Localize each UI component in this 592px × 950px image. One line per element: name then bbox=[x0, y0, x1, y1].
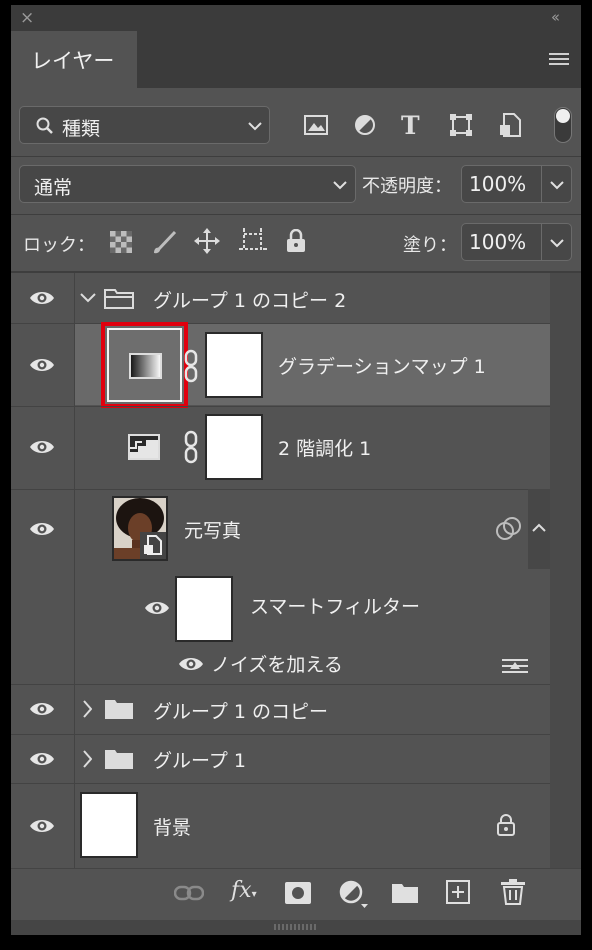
tab-layers[interactable]: レイヤー bbox=[11, 31, 137, 88]
chain-link-icon[interactable] bbox=[184, 430, 198, 464]
chevron-down-icon[interactable] bbox=[550, 238, 564, 248]
smart-filter-mask-thumbnail[interactable] bbox=[175, 576, 233, 642]
chevron-right-icon[interactable] bbox=[82, 750, 92, 768]
threshold-icon[interactable] bbox=[128, 434, 160, 460]
collapse-icon[interactable]: ‹‹ bbox=[551, 9, 560, 25]
panel-title-bar bbox=[11, 5, 581, 31]
layer-row-smart-object[interactable] bbox=[11, 489, 550, 569]
eye-icon[interactable] bbox=[144, 599, 170, 617]
eye-icon[interactable] bbox=[29, 750, 55, 768]
add-mask-icon[interactable] bbox=[285, 882, 311, 904]
tab-layers-label: レイヤー bbox=[31, 49, 115, 73]
shape-filter-icon[interactable] bbox=[449, 113, 473, 137]
smart-filter-label[interactable]: スマートフィルター bbox=[250, 592, 420, 619]
smart-object-badge bbox=[140, 532, 166, 559]
fill-label: 塗り： bbox=[403, 235, 457, 256]
link-layers-icon[interactable] bbox=[174, 884, 204, 902]
text-filter-icon[interactable]: T bbox=[401, 111, 420, 140]
layer-name[interactable]: グループ 1 のコピー bbox=[153, 697, 328, 724]
chain-link-icon[interactable] bbox=[184, 349, 198, 383]
adjustment-thumbnail[interactable] bbox=[107, 328, 182, 402]
eye-icon[interactable] bbox=[29, 438, 55, 456]
chevron-down-icon bbox=[248, 122, 262, 131]
folder-icon bbox=[104, 698, 134, 720]
opacity-value: 100% bbox=[469, 172, 527, 196]
eye-icon[interactable] bbox=[29, 700, 55, 718]
filter-toggle-knob bbox=[556, 109, 570, 123]
divider bbox=[541, 224, 542, 260]
chevron-down-icon[interactable] bbox=[550, 180, 564, 190]
lock-all-icon[interactable] bbox=[286, 229, 306, 253]
smart-object-filter-icon[interactable] bbox=[499, 113, 521, 137]
lock-position-icon[interactable] bbox=[194, 228, 220, 254]
new-group-icon[interactable] bbox=[391, 882, 419, 904]
lock-transparent-pixels-icon[interactable] bbox=[110, 231, 132, 253]
folder-open-icon bbox=[104, 287, 134, 309]
chevron-down-icon bbox=[333, 181, 347, 190]
layer-name[interactable]: グループ 1 bbox=[153, 746, 246, 773]
filter-kind-label: 種類 bbox=[62, 118, 101, 140]
eye-icon[interactable] bbox=[29, 520, 55, 538]
lock-label: ロック： bbox=[23, 235, 95, 256]
image-filter-icon[interactable] bbox=[304, 114, 328, 136]
layer-mask-thumbnail[interactable] bbox=[205, 332, 263, 398]
collapse-effects-toggle[interactable] bbox=[528, 489, 550, 569]
divider bbox=[541, 166, 542, 202]
layer-name[interactable]: 元写真 bbox=[184, 516, 241, 543]
divider bbox=[11, 156, 581, 157]
blend-mode-dropdown[interactable]: 通常 bbox=[19, 165, 356, 203]
fx-icon[interactable]: fx▾ bbox=[231, 878, 257, 903]
eye-icon[interactable] bbox=[29, 356, 55, 374]
divider bbox=[11, 214, 581, 215]
close-icon[interactable]: × bbox=[20, 9, 34, 27]
layer-name[interactable]: 背景 bbox=[153, 813, 191, 840]
filter-toggle-switch[interactable] bbox=[554, 107, 572, 143]
filter-blending-options-icon[interactable] bbox=[502, 656, 528, 676]
chevron-down-icon[interactable] bbox=[80, 292, 96, 304]
photo-thumbnail[interactable] bbox=[112, 496, 168, 561]
layer-lock-icon bbox=[496, 814, 516, 836]
smart-filter-icon[interactable] bbox=[496, 517, 522, 541]
chevron-up-icon bbox=[532, 523, 546, 532]
fill-field[interactable]: 100% bbox=[461, 223, 572, 261]
lock-artboard-icon[interactable] bbox=[239, 228, 267, 254]
folder-icon bbox=[104, 748, 134, 770]
search-icon bbox=[36, 117, 53, 134]
new-layer-icon[interactable] bbox=[446, 880, 470, 904]
eye-icon[interactable] bbox=[29, 289, 55, 307]
lock-image-pixels-icon[interactable] bbox=[152, 229, 178, 255]
eye-icon[interactable] bbox=[29, 817, 55, 835]
opacity-label: 不透明度： bbox=[362, 176, 452, 197]
layer-name[interactable]: グラデーションマップ 1 bbox=[278, 352, 486, 379]
chevron-right-icon[interactable] bbox=[82, 700, 92, 718]
fill-value: 100% bbox=[469, 230, 527, 254]
resize-grip-icon[interactable] bbox=[274, 924, 318, 930]
new-adjustment-layer-icon[interactable] bbox=[339, 880, 369, 908]
filter-kind-dropdown[interactable]: 種類 bbox=[19, 106, 270, 144]
layer-name[interactable]: グループ 1 のコピー 2 bbox=[153, 286, 346, 313]
panel-menu-icon[interactable] bbox=[549, 51, 569, 67]
blend-mode-value: 通常 bbox=[34, 177, 73, 199]
layer-name[interactable]: 2 階調化 1 bbox=[278, 434, 371, 461]
adjustment-filter-icon[interactable] bbox=[354, 114, 376, 136]
background-thumbnail[interactable] bbox=[80, 792, 138, 858]
filter-name[interactable]: ノイズを加える bbox=[211, 650, 343, 677]
eye-icon[interactable] bbox=[178, 655, 204, 673]
scrollbar-track[interactable] bbox=[550, 273, 581, 868]
gradient-map-icon bbox=[129, 353, 162, 379]
layer-mask-thumbnail[interactable] bbox=[205, 414, 263, 480]
opacity-field[interactable]: 100% bbox=[461, 165, 572, 203]
delete-layer-icon[interactable] bbox=[501, 879, 525, 905]
